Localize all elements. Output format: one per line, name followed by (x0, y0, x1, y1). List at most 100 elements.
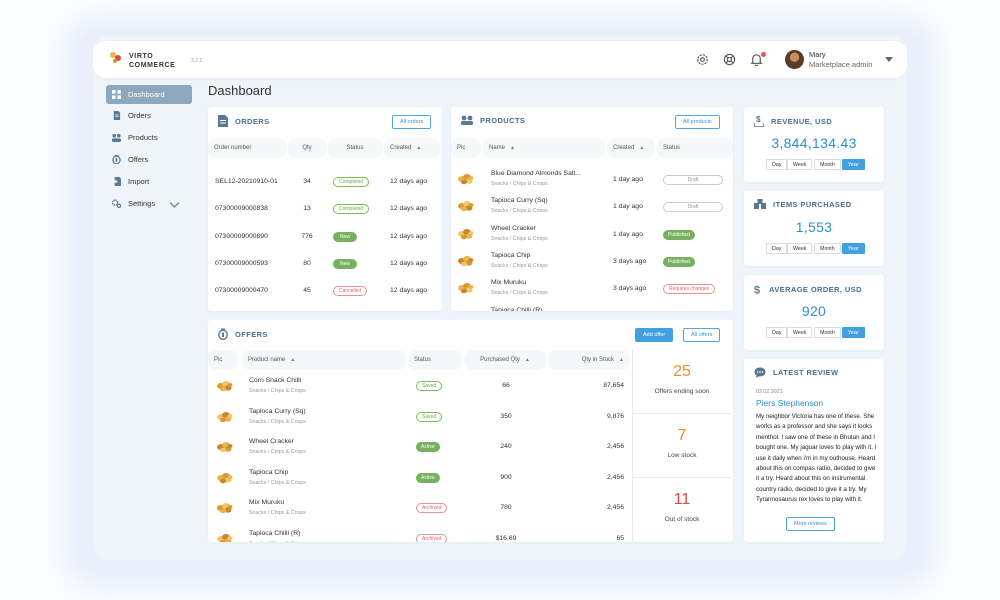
table-row[interactable]: Tapioca Chip Snacks / Chips & Crisps Activ… (208, 463, 632, 493)
col-purchased-qty[interactable]: Purchased Qty ▲ (464, 350, 546, 370)
offer-product-name[interactable]: Mix Muruku (249, 499, 284, 506)
table-row[interactable]: 07300009000470 45 Cancelled 12 days ago (208, 277, 442, 304)
offer-product-name[interactable]: Tapioca Chip (249, 469, 288, 476)
orders-header: ORDERS (218, 115, 270, 127)
sort-icon: ▲ (619, 357, 624, 363)
table-row[interactable]: Mix Muruku Snacks / Chips & Crisps Archive… (208, 493, 632, 523)
period-week-button[interactable]: Week (787, 243, 813, 254)
sidebar-item-label: Dashboard (128, 90, 165, 99)
table-row[interactable]: 07300009000838 13 Completed 12 days ago (208, 195, 442, 222)
col-name[interactable]: Name ▲ (483, 138, 605, 158)
order-created: 12 days ago (390, 287, 428, 295)
period-year-button[interactable]: Year (842, 327, 865, 338)
more-reviews-button[interactable]: More reviews (786, 517, 835, 531)
table-row[interactable]: Tapioca Chip Snacks / Chips & Crisps 3 day… (451, 248, 733, 275)
orders-title: ORDERS (235, 116, 270, 126)
sidebar-item-label: Products (128, 132, 158, 142)
table-row[interactable]: Wheel Cracker Snacks / Chips & Crisps 1 da… (451, 221, 733, 248)
add-offer-button[interactable]: Add offer (635, 328, 674, 342)
stat-ending-soon[interactable]: 25 Offers ending soon (633, 350, 731, 414)
order-created: 12 days ago (390, 232, 428, 240)
revenue-icon: $ (754, 115, 764, 127)
period-month-button[interactable]: Month (814, 243, 841, 254)
order-number[interactable]: 07300009000593 (215, 260, 268, 267)
support-icon[interactable] (722, 52, 737, 67)
offer-purchased-qty: 240 (500, 443, 512, 451)
status-badge: Saved (416, 411, 443, 422)
col-status[interactable]: Status (657, 138, 733, 158)
sidebar-item-products[interactable]: Products (106, 126, 192, 148)
table-row[interactable]: Wheel Cracker Snacks / Chips & Crisps Acti… (208, 432, 632, 462)
product-name[interactable]: Wheel Cracker (491, 225, 536, 232)
product-image (464, 310, 470, 311)
all-offers-button[interactable]: All offers (683, 328, 721, 342)
period-day-button[interactable]: Day (766, 159, 788, 170)
offer-product-name[interactable]: Wheel Cracker (249, 438, 294, 445)
chevron-down-icon[interactable] (885, 57, 893, 62)
review-author[interactable]: Piers Stephenson (756, 398, 823, 408)
order-number[interactable]: 07300009000470 (215, 287, 268, 294)
product-name[interactable]: Tapioca Curry (Sq) (491, 197, 548, 204)
period-week-button[interactable]: Week (787, 159, 813, 170)
stat-low-stock[interactable]: 7 Low stock (633, 414, 731, 478)
col-status[interactable]: Status (408, 350, 462, 370)
col-qty-in-stock[interactable]: Qty in Stock ▲ (548, 350, 630, 370)
sidebar-item-offers[interactable]: Offers (106, 148, 192, 170)
app-window: VIRTO COMMERCE 3.2.1 Mary Marketplace ad… (93, 36, 907, 560)
offer-product-name[interactable]: Corn Snack Chilli (249, 377, 301, 384)
table-row[interactable]: 07300009000593 80 New 12 days ago (208, 250, 442, 277)
top-bar: VIRTO COMMERCE 3.2.1 Mary Marketplace ad… (93, 41, 907, 78)
product-name[interactable]: Tapioca Chilli (R) (491, 307, 542, 312)
orders-icon (218, 115, 228, 127)
sidebar-item-settings[interactable]: Settings (106, 192, 192, 214)
table-row[interactable]: Mix Muruku Snacks / Chips & Crisps 3 days … (451, 275, 733, 302)
product-name[interactable]: Blue Diamond Almonds Salt... (491, 170, 581, 177)
table-row[interactable]: 07300009000890 776 New 12 days ago (208, 223, 442, 250)
product-name[interactable]: Mix Muruku (491, 279, 526, 286)
product-name[interactable]: Tapioca Chip (491, 252, 530, 259)
table-row[interactable]: Tapioca Chilli (R)Snacks / Chips & Crisp… (208, 524, 632, 542)
sidebar-item-import[interactable]: Import (106, 170, 192, 192)
period-week-button[interactable]: Week (787, 327, 813, 338)
col-status[interactable]: Status (328, 138, 382, 158)
offer-product-name[interactable]: Tapioca Chilli (R) (249, 530, 300, 537)
virto-logo[interactable]: VIRTO COMMERCE (109, 50, 175, 69)
period-month-button[interactable]: Month (814, 327, 841, 338)
col-qty[interactable]: Qty (288, 138, 326, 158)
period-day-button[interactable]: Day (766, 243, 788, 254)
col-created[interactable]: Created ▲ (607, 138, 655, 158)
period-month-button[interactable]: Month (814, 159, 841, 170)
col-order-number[interactable]: Order number (208, 138, 286, 158)
period-day-button[interactable]: Day (766, 327, 788, 338)
stat-label: Low stock (667, 452, 697, 459)
table-row[interactable]: 07300009000097USDCancelled12 days ago (208, 305, 442, 312)
table-row[interactable]: SEL12-20210910-01 34 Completed 12 days ago (208, 168, 442, 195)
col-created[interactable]: Created ▲ (384, 138, 440, 158)
period-year-button[interactable]: Year (842, 159, 865, 170)
table-row[interactable]: Tapioca Chilli (R)Snacks / Chips & Crisp… (451, 303, 733, 312)
order-number[interactable]: 07300009000890 (215, 233, 268, 240)
table-row[interactable]: Corn Snack Chilli Snacks / Chips & Crisps… (208, 371, 632, 401)
sidebar-item-dashboard[interactable]: Dashboard (106, 85, 192, 104)
product-category: Snacks / Chips & Crisps (491, 208, 548, 215)
order-number[interactable]: 07300009000838 (215, 205, 268, 212)
stat-out-of-stock[interactable]: 11 Out of stock (633, 478, 731, 542)
period-year-button[interactable]: Year (842, 243, 865, 254)
all-products-button[interactable]: All products (675, 115, 720, 129)
items-title: ITEMS PURCHASED (773, 199, 852, 209)
product-created: 1 day ago (613, 203, 643, 211)
order-number[interactable]: SEL12-20210910-01 (215, 178, 278, 185)
col-product-name[interactable]: Product name ▲ (242, 350, 406, 370)
avatar[interactable] (785, 50, 804, 69)
stat-value: 7 (677, 427, 687, 444)
all-orders-button[interactable]: All orders (392, 115, 432, 129)
offer-product-name[interactable]: Tapioca Curry (Sq) (249, 408, 306, 415)
gear-icon[interactable] (695, 52, 710, 67)
table-row[interactable]: Tapioca Curry (Sq) Snacks / Chips & Crisp… (451, 193, 733, 220)
offer-category: Snacks / Chips & Crisps (249, 388, 306, 394)
sidebar-item-orders[interactable]: Orders (106, 104, 192, 126)
stat-label: Offers ending soon (654, 388, 710, 395)
table-row[interactable]: Tapioca Curry (Sq) Snacks / Chips & Crisp… (208, 402, 632, 432)
col-label: Pic (457, 145, 466, 151)
table-row[interactable]: Blue Diamond Almonds Salt... Snacks / Chi… (451, 166, 733, 193)
